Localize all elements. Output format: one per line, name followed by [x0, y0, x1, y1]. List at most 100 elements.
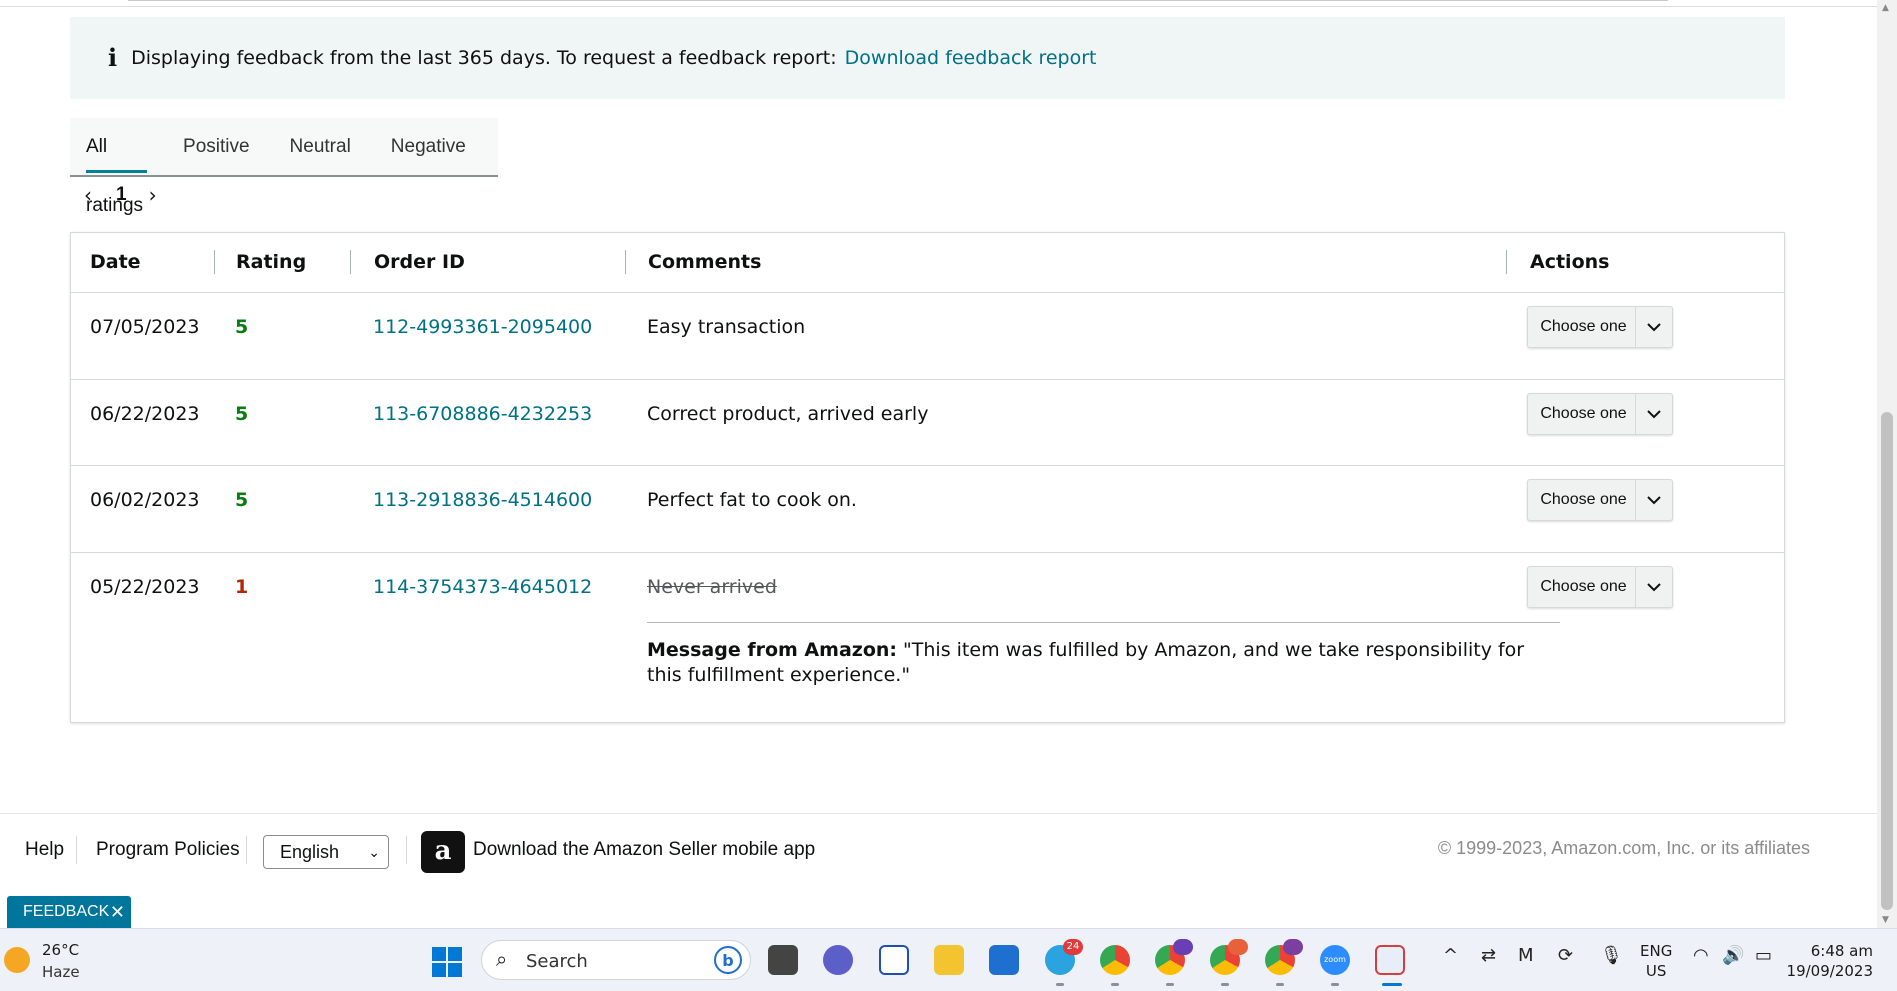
arrows-icon[interactable]: ⇄	[1481, 945, 1496, 966]
language-value: English	[280, 842, 340, 862]
chevron-down-icon: ⌄	[368, 844, 380, 860]
chevron-down-icon[interactable]	[1635, 480, 1672, 520]
telegram-icon[interactable]: 24	[1045, 939, 1083, 975]
show-hidden-icons-icon[interactable]: ^	[1443, 945, 1458, 966]
row-comment: Easy transaction	[647, 316, 806, 338]
search-placeholder: Search	[526, 951, 588, 972]
row-date: 06/02/2023	[90, 489, 200, 511]
weather-widget[interactable]: 26°C Haze	[4, 941, 104, 981]
chrome-profile-4-badge	[1283, 939, 1303, 955]
row-order-id-link[interactable]: 113-2918836-4514600	[373, 489, 592, 511]
header-date[interactable]: Date	[90, 233, 141, 292]
snipping-tool-icon[interactable]	[1375, 945, 1405, 975]
chrome-profile-2-icon[interactable]	[1155, 939, 1193, 975]
scroll-down-icon[interactable]: ▼	[1882, 915, 1889, 925]
row-order-id-link[interactable]: 113-6708886-4232253	[373, 403, 592, 425]
row-rating: 1	[235, 576, 249, 598]
microsoft-store-icon[interactable]	[989, 945, 1019, 975]
help-link[interactable]: Help	[25, 828, 64, 872]
row-date: 06/22/2023	[90, 403, 200, 425]
next-page-icon[interactable]: ›	[143, 183, 163, 207]
telegram-badge: 24	[1063, 939, 1083, 955]
task-view-icon[interactable]	[768, 945, 798, 975]
footer: Help Program Policies English ⌄ a Downlo…	[0, 828, 1877, 873]
top-divider	[0, 0, 1877, 7]
choose-action-dropdown[interactable]: Choose one	[1527, 393, 1673, 435]
choose-action-dropdown[interactable]: Choose one	[1527, 306, 1673, 348]
tab-neutral[interactable]: Neutral	[290, 117, 351, 176]
language-select[interactable]: English ⌄	[263, 835, 389, 869]
sun-haze-icon	[4, 947, 30, 973]
mail-tray-icon[interactable]: M	[1518, 945, 1534, 966]
table-row: 06/22/2023 5 113-6708886-4232253 Correct…	[71, 379, 1784, 466]
tab-positive[interactable]: Positive	[183, 117, 250, 176]
dropdown-label: Choose one	[1540, 578, 1627, 595]
teams-chat-icon[interactable]	[823, 945, 853, 975]
amazon-message: Message from Amazon: "This item was fulf…	[647, 638, 1547, 688]
close-icon[interactable]: ✕	[110, 896, 125, 928]
amazon-seller-app-icon[interactable]: a	[421, 831, 465, 873]
table-header: Date Rating Order ID Comments Actions	[71, 233, 1784, 293]
microphone-icon[interactable]: 🎙	[1600, 945, 1623, 966]
dropdown-label: Choose one	[1540, 318, 1627, 335]
header-comments: Comments	[648, 251, 762, 273]
scrollbar-thumb[interactable]	[1881, 412, 1893, 910]
info-icon: i	[108, 43, 118, 72]
pagination: ‹ 1 ›	[78, 182, 163, 208]
current-page-number[interactable]: 1	[116, 184, 127, 206]
tab-all-ratings[interactable]: All ratings	[86, 117, 148, 216]
header-order-id[interactable]: Order ID	[374, 233, 465, 292]
download-feedback-report-link[interactable]: Download feedback report	[845, 47, 1097, 69]
amazon-message-label: Message from Amazon:	[647, 639, 897, 661]
info-banner: i Displaying feedback from the last 365 …	[70, 17, 1785, 99]
scroll-up-icon[interactable]: ▲	[1882, 3, 1889, 13]
system-clock[interactable]: 6:48 am 19/09/2023	[1787, 941, 1873, 981]
tab-negative[interactable]: Negative	[391, 117, 466, 176]
copyright-text: © 1999-2023, Amazon.com, Inc. or its aff…	[1437, 838, 1810, 858]
choose-action-dropdown[interactable]: Choose one	[1527, 566, 1673, 608]
feedback-tab-button[interactable]: FEEDBACK ✕	[7, 896, 131, 928]
chevron-down-icon[interactable]	[1635, 307, 1672, 347]
chrome-profile-2-badge	[1173, 939, 1193, 955]
chevron-down-icon[interactable]	[1635, 394, 1672, 434]
search-icon: ⌕	[496, 947, 508, 971]
dropdown-label: Choose one	[1540, 405, 1627, 422]
chevron-down-icon[interactable]	[1635, 567, 1672, 607]
banner-text: Displaying feedback from the last 365 da…	[131, 47, 837, 69]
volume-icon[interactable]: 🔊	[1722, 945, 1744, 966]
sync-icon[interactable]: ⟳	[1558, 945, 1573, 966]
weather-temperature: 26°C	[42, 941, 80, 959]
windows-taskbar: 26°C Haze ⌕ Search b 24 zoom ^ ⇄ M ⟳ 🎙 E…	[0, 928, 1897, 991]
bing-icon[interactable]: b	[714, 946, 742, 974]
row-comment-struck: Never arrived	[647, 576, 777, 598]
chrome-profile-3-badge	[1228, 939, 1248, 955]
mail-app-icon[interactable]	[879, 945, 909, 975]
table-row: 05/22/2023 1 114-3754373-4645012 Never a…	[71, 552, 1784, 722]
file-explorer-icon[interactable]	[934, 945, 964, 975]
row-order-id-link[interactable]: 114-3754373-4645012	[373, 576, 592, 598]
row-comment: Perfect fat to cook on.	[647, 489, 857, 511]
language-indicator[interactable]: ENG US	[1640, 941, 1672, 981]
row-order-id-link[interactable]: 112-4993361-2095400	[373, 316, 592, 338]
footer-divider	[0, 813, 1877, 814]
zoom-icon[interactable]: zoom	[1320, 945, 1350, 975]
previous-page-icon[interactable]: ‹	[78, 183, 98, 207]
choose-action-dropdown[interactable]: Choose one	[1527, 479, 1673, 521]
vertical-scrollbar[interactable]: ▲ ▼	[1877, 0, 1897, 928]
windows-start-icon[interactable]	[432, 947, 462, 977]
download-app-link[interactable]: Download the Amazon Seller mobile app	[473, 828, 815, 872]
battery-icon[interactable]: ▭	[1755, 945, 1772, 966]
header-rating[interactable]: Rating	[236, 233, 306, 292]
chrome-profile-4-icon[interactable]	[1265, 939, 1303, 975]
feedback-table: Date Rating Order ID Comments Actions 07…	[70, 232, 1785, 723]
chrome-profile-3-icon[interactable]	[1210, 939, 1248, 975]
clock-time: 6:48 am	[1810, 942, 1873, 960]
wifi-icon[interactable]: ◠	[1693, 945, 1709, 966]
taskbar-search-box[interactable]: ⌕ Search b	[481, 940, 751, 980]
program-policies-link[interactable]: Program Policies	[96, 828, 240, 872]
table-row: 06/02/2023 5 113-2918836-4514600 Perfect…	[71, 465, 1784, 553]
clock-date: 19/09/2023	[1786, 962, 1873, 980]
message-divider	[647, 622, 1560, 623]
chrome-profile-1-icon[interactable]	[1100, 945, 1130, 975]
feedback-tab-label: FEEDBACK	[23, 903, 110, 920]
